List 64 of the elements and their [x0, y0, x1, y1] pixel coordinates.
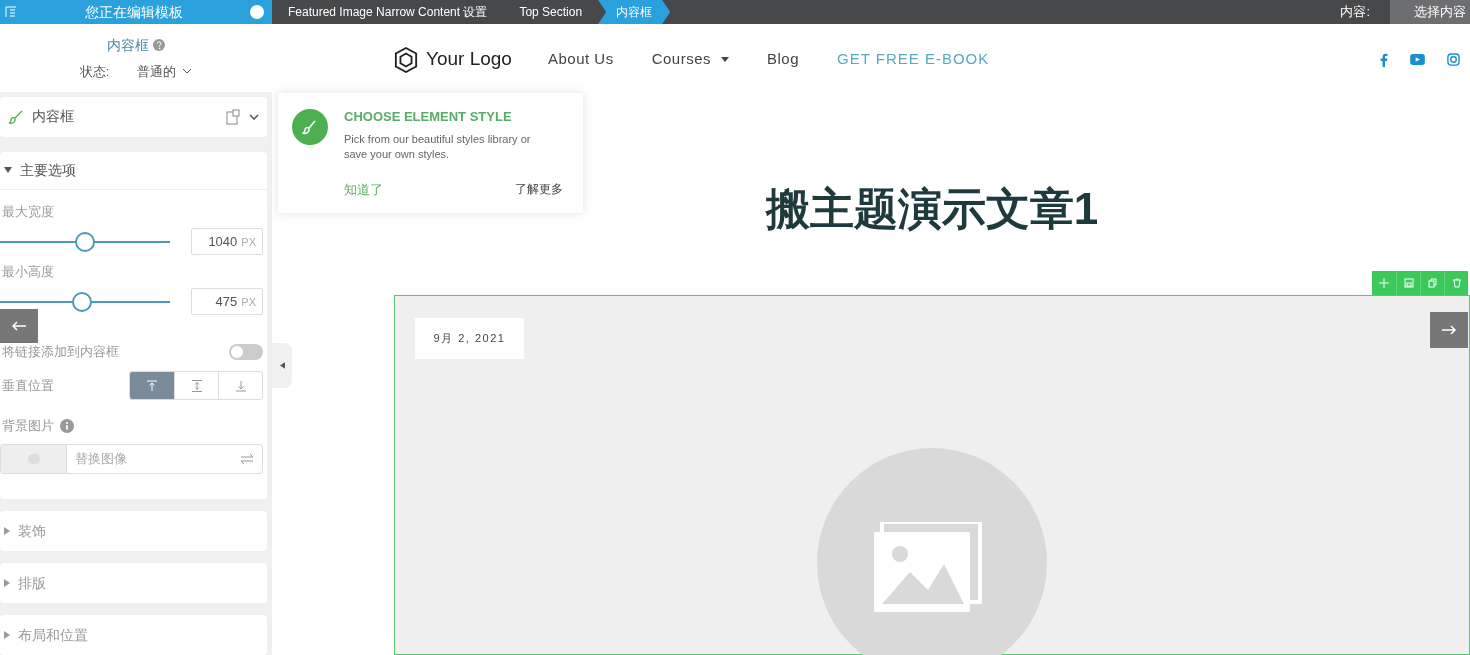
instagram-icon[interactable] — [1447, 53, 1460, 66]
save-icon[interactable] — [1403, 278, 1414, 288]
brush-badge-icon — [292, 109, 328, 145]
slider-thumb[interactable] — [75, 231, 95, 252]
youtube-icon[interactable] — [1410, 54, 1425, 65]
chevron-down-icon — [182, 68, 193, 75]
state-label: 状态: — [79, 62, 110, 81]
next-button[interactable] — [1430, 312, 1468, 348]
breadcrumb[interactable]: Featured Image Narrow Content 设置 — [272, 0, 504, 24]
element-style-bar[interactable]: 内容框 — [0, 96, 267, 137]
swap-icon — [240, 452, 254, 465]
align-middle-icon — [190, 379, 203, 392]
caret-right-icon — [4, 579, 10, 588]
content-box[interactable]: 9月 2, 2021 — [394, 295, 1470, 655]
align-option[interactable] — [130, 372, 174, 400]
align-option[interactable] — [218, 372, 262, 400]
popover-text: Pick from our beautiful styles library or save your own styles. — [344, 131, 532, 162]
app-logo-icon — [4, 5, 18, 19]
panel-title: 内容框 — [107, 35, 149, 55]
caret-right-icon — [4, 631, 10, 640]
caret-left-icon — [279, 362, 285, 369]
site-logo[interactable]: Your Logo — [426, 45, 512, 74]
field-label: 垂直位置 — [1, 377, 55, 396]
article-title: 搬主题演示文章1 — [765, 183, 1099, 235]
popover-title: CHOOSE ELEMENT STYLE — [344, 108, 513, 126]
field-label: 背景图片 — [2, 417, 54, 436]
content-label: 内容: — [1340, 3, 1370, 22]
move-icon[interactable] — [1379, 278, 1389, 288]
date-tag: 9月 2, 2021 — [415, 318, 524, 359]
hexagon-logo-icon — [394, 46, 418, 73]
align-top-icon — [146, 379, 158, 392]
field-label: 将链接添加到内容框 — [1, 343, 120, 362]
toggle-switch[interactable] — [229, 343, 263, 360]
slider-thumb[interactable] — [72, 291, 92, 312]
caret-down-icon — [4, 167, 12, 174]
help-icon — [153, 39, 165, 52]
field-label: 最小高度 — [1, 262, 55, 281]
copy-icon[interactable] — [1427, 278, 1438, 288]
trash-icon[interactable] — [1451, 278, 1462, 288]
breadcrumb[interactable]: Top Section — [503, 0, 599, 24]
chevron-down-icon — [249, 113, 259, 120]
caret-down-icon — [721, 57, 729, 62]
previous-button[interactable] — [0, 309, 38, 343]
style-library-icon — [225, 108, 241, 125]
arrow-right-icon — [1442, 325, 1456, 335]
collapse-panel-tab[interactable] — [272, 343, 292, 388]
brush-icon — [8, 108, 24, 125]
nav-link[interactable]: Courses — [651, 48, 729, 71]
field-label: 最大宽度 — [1, 202, 55, 221]
facebook-icon[interactable] — [1380, 52, 1388, 67]
caret-right-icon — [4, 527, 10, 536]
picture-placeholder-icon — [874, 522, 984, 612]
number-field[interactable]: 475 PX — [191, 288, 263, 316]
nav-link[interactable]: Blog — [767, 48, 800, 71]
number-field[interactable]: 1040 PX — [191, 228, 263, 256]
arrow-left-icon — [12, 321, 26, 331]
state-dropdown[interactable]: 普通的 — [137, 61, 193, 82]
align-bottom-icon — [234, 379, 247, 392]
editor-title-bar: 您正在编辑模板 — [0, 0, 272, 24]
nav-link[interactable]: About Us — [547, 48, 614, 71]
slider[interactable] — [0, 231, 170, 252]
learn-more-link[interactable]: 了解更多 — [515, 180, 563, 199]
section-header[interactable]: 主要选项 — [0, 151, 267, 190]
content-select[interactable]: 选择内容 — [1390, 0, 1470, 24]
